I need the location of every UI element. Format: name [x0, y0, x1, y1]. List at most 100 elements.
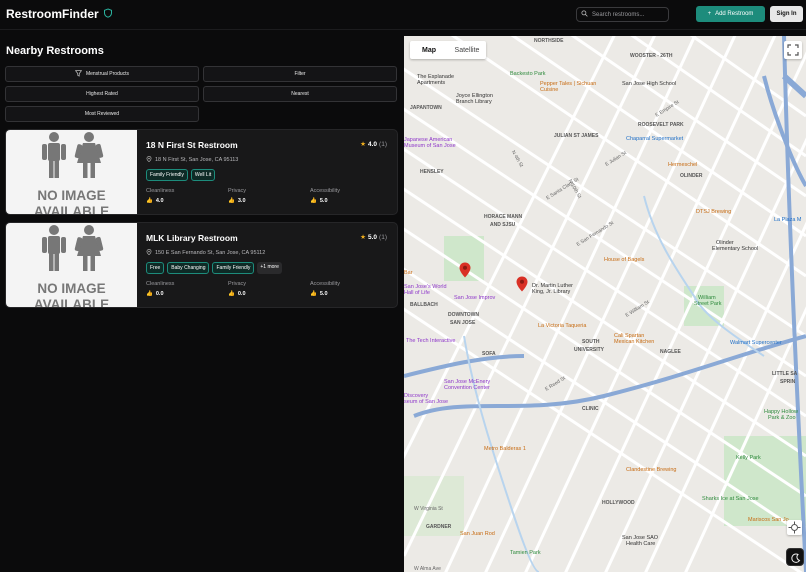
map-pin-icon — [146, 249, 152, 257]
menstrual-products-label: Menstrual Products — [85, 71, 130, 77]
restroom-name[interactable]: MLK Library Restroom — [146, 233, 238, 243]
fullscreen-button[interactable] — [784, 41, 802, 59]
poi-label[interactable]: San Jose High School — [622, 81, 676, 87]
neighborhood-label: GARDNER — [426, 524, 452, 530]
neighborhood-label: ROOSEVELT PARK — [638, 122, 684, 128]
neighborhood-label: NAGLEE — [660, 349, 681, 355]
poi-label[interactable]: Sharks Ice at San Jose — [702, 496, 759, 502]
accessibility-label: Accessibility — [310, 188, 340, 194]
neighborhood-label: SOUTH — [582, 339, 600, 345]
theme-toggle-button[interactable] — [786, 548, 804, 566]
menstrual-products-filter-button[interactable]: Menstrual Products — [5, 66, 199, 82]
poi-label[interactable]: San Jose Improv — [454, 295, 495, 301]
poi-label[interactable]: King, Jr. Library — [532, 289, 570, 295]
poi-label[interactable]: Kelly Park — [736, 455, 761, 461]
poi-label[interactable]: Park & Zoo — [768, 415, 796, 421]
neighborhood-label: BALLBACH — [410, 302, 438, 308]
brand[interactable]: RestroomFinder — [6, 7, 113, 21]
poi-label[interactable]: seum of San Jose — [404, 399, 448, 405]
sort-most-reviewed-button[interactable]: Most Reviewed — [5, 106, 199, 122]
poi-label[interactable]: San Juan Rod — [460, 531, 495, 537]
filter-button[interactable]: Filter — [203, 66, 397, 82]
add-restroom-label: Add Restroom — [715, 11, 754, 17]
poi-label[interactable]: Chaparral Supermarket — [626, 136, 683, 142]
restroom-list-panel: Nearby Restrooms Menstrual Products Filt… — [0, 31, 404, 572]
sort-highest-rated-button[interactable]: Highest Rated — [5, 86, 199, 102]
map-view[interactable]: NORTHSIDE WOOSTER - 26TH JAPANTOWN ROOSE… — [404, 36, 806, 572]
restroom-card[interactable]: NO IMAGE AVAILABLE 18 N First St Restroo… — [5, 129, 398, 215]
poi-label[interactable]: Branch Library — [456, 99, 492, 105]
poi-label[interactable]: The Tech Interactive — [406, 338, 455, 344]
poi-label[interactable]: Clandestine Brewing — [626, 467, 676, 473]
accessibility-metric: Accessibility 👍 5.0 — [310, 281, 340, 297]
cleanliness-metric: Cleanliness 👍 4.0 — [146, 188, 174, 204]
address: 18 N First St, San Jose, CA 95113 — [146, 156, 238, 164]
poi-label[interactable]: Mexican Kitchen — [614, 339, 654, 345]
my-location-button[interactable] — [787, 520, 802, 535]
address-text: 18 N First St, San Jose, CA 95113 — [155, 157, 239, 163]
map-pin-icon[interactable] — [516, 276, 528, 292]
poi-label[interactable]: DTSJ Brewing — [696, 209, 731, 215]
poi-label[interactable]: Convention Center — [444, 385, 490, 391]
poi-label[interactable]: La Plaza M — [774, 217, 802, 223]
tab-satellite[interactable]: Satellite — [448, 41, 486, 59]
restroom-name[interactable]: 18 N First St Restroom — [146, 140, 238, 150]
privacy-label: Privacy — [228, 281, 247, 287]
tab-map[interactable]: Map — [410, 41, 448, 59]
poi-label[interactable]: Museum of San Jose — [404, 143, 456, 149]
thumbs-up-icon: 👍 — [228, 291, 235, 297]
restroom-card[interactable]: NO IMAGE AVAILABLE MLK Library Restroom … — [5, 222, 398, 308]
add-restroom-button[interactable]: + Add Restroom — [696, 6, 765, 22]
accessibility-label: Accessibility — [310, 281, 340, 287]
review-count: (1) — [379, 140, 387, 148]
poi-label[interactable]: Mariscos San Jo — [748, 517, 789, 523]
neighborhood-label: JULIAN ST JAMES — [554, 133, 599, 139]
page-title: Nearby Restrooms — [6, 45, 104, 57]
poi-label[interactable]: Elementary School — [712, 246, 758, 252]
map-type-tabs: Map Satellite — [410, 41, 486, 59]
no-image-placeholder: NO IMAGE AVAILABLE — [6, 130, 137, 214]
neighborhood-label: SAN JOSE — [450, 320, 476, 326]
available-text: AVAILABLE — [33, 297, 110, 308]
poi-label[interactable]: Street Park — [694, 301, 722, 307]
thumbs-up-icon: 👍 — [310, 198, 317, 204]
search-placeholder: Search restrooms... — [592, 11, 645, 18]
street-label: W Virginia St — [414, 506, 443, 512]
more-tags-badge[interactable]: +1 more — [257, 262, 282, 274]
thumbs-up-icon: 👍 — [146, 198, 153, 204]
rating-value: 5.0 — [368, 233, 378, 241]
neighborhood-label: HORACE MANN — [484, 214, 523, 220]
app-name: RestroomFinder — [6, 7, 99, 21]
tag-list: Family Friendly Well Lit — [146, 169, 216, 181]
neighborhood-label: WOOSTER - 26TH — [630, 53, 673, 59]
neighborhood-label: SOFA — [482, 351, 496, 357]
poi-label[interactable]: Tamien Park — [510, 550, 541, 556]
address: 150 E San Fernando St, San Jose, CA 9511… — [146, 249, 265, 257]
map-pin-icon[interactable] — [459, 262, 471, 278]
sign-in-button[interactable]: Sign In — [770, 6, 803, 22]
search-input[interactable]: Search restrooms... — [576, 7, 669, 22]
poi-label[interactable]: Apartments — [417, 80, 445, 86]
tag: Free — [146, 262, 165, 274]
top-bar: RestroomFinder Search restrooms... + Add… — [0, 0, 806, 30]
poi-label[interactable]: Cuisine — [540, 87, 558, 93]
rating-value: 4.0 — [368, 140, 378, 148]
poi-label[interactable]: La Victoria Taqueria — [538, 323, 586, 329]
thumbs-up-icon: 👍 — [228, 198, 235, 204]
tag: Family Friendly — [212, 262, 255, 274]
rating: ★ 4.0 (1) — [360, 140, 387, 149]
poi-label[interactable]: House of Bagels — [604, 257, 644, 263]
poi-label[interactable]: Health Care — [626, 541, 655, 547]
poi-label[interactable]: Metro Balderas 1 — [484, 446, 526, 452]
accessibility-value: 5.0 — [319, 198, 328, 204]
poi-label[interactable]: Walmart Supercenter — [730, 340, 782, 346]
rating: ★ 5.0 (1) — [360, 233, 387, 242]
poi-label[interactable]: Backesto Park — [510, 71, 545, 77]
poi-label[interactable]: Hall of Life — [404, 290, 430, 296]
privacy-metric: Privacy 👍 3.0 — [228, 188, 246, 204]
sort-nearest-button[interactable]: Nearest — [203, 86, 397, 102]
cleanliness-metric: Cleanliness 👍 0.0 — [146, 281, 174, 297]
poi-label[interactable]: Hermeschel — [668, 162, 697, 168]
poi-label[interactable]: Bar — [404, 270, 413, 276]
fullscreen-icon — [787, 44, 799, 56]
